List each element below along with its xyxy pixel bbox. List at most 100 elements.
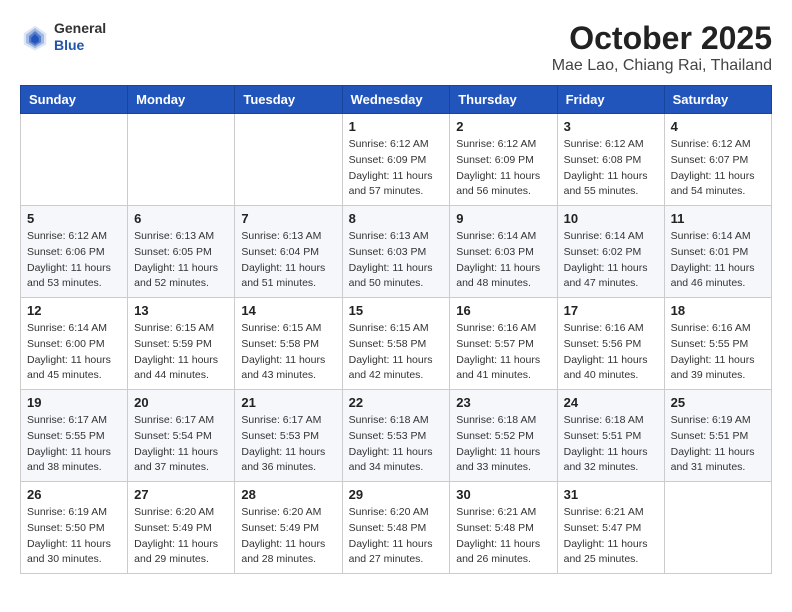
day-number: 25 <box>671 395 765 410</box>
day-info: Sunrise: 6:14 AM Sunset: 6:01 PM Dayligh… <box>671 229 765 292</box>
logo: General Blue <box>20 20 106 54</box>
page-header: General Blue October 2025 Mae Lao, Chian… <box>20 20 772 75</box>
column-header-wednesday: Wednesday <box>342 86 450 114</box>
day-cell <box>21 114 128 206</box>
day-info: Sunrise: 6:18 AM Sunset: 5:52 PM Dayligh… <box>456 413 550 476</box>
logo-general: General <box>54 20 106 37</box>
day-cell: 10Sunrise: 6:14 AM Sunset: 6:02 PM Dayli… <box>557 206 664 298</box>
calendar-table: SundayMondayTuesdayWednesdayThursdayFrid… <box>20 85 772 574</box>
day-number: 16 <box>456 303 550 318</box>
logo-icon <box>20 22 50 52</box>
day-number: 24 <box>564 395 658 410</box>
week-row-3: 12Sunrise: 6:14 AM Sunset: 6:00 PM Dayli… <box>21 298 772 390</box>
day-number: 9 <box>456 211 550 226</box>
day-number: 31 <box>564 487 658 502</box>
day-cell: 9 Sunrise: 6:14 AM Sunset: 6:03 PM Daylig… <box>450 206 557 298</box>
day-number: 4 <box>671 119 765 134</box>
day-cell: 3 Sunrise: 6:12 AM Sunset: 6:08 PM Daylig… <box>557 114 664 206</box>
day-info: Sunrise: 6:12 AM Sunset: 6:09 PM Dayligh… <box>456 137 550 200</box>
day-cell: 22 Sunrise: 6:18 AM Sunset: 5:53 PM Dayli… <box>342 390 450 482</box>
day-cell: 12Sunrise: 6:14 AM Sunset: 6:00 PM Dayli… <box>21 298 128 390</box>
day-cell: 19 Sunrise: 6:17 AM Sunset: 5:55 PM Dayli… <box>21 390 128 482</box>
day-info: Sunrise: 6:15 AM Sunset: 5:58 PM Dayligh… <box>349 321 444 384</box>
day-info: Sunrise: 6:20 AM Sunset: 5:49 PM Dayligh… <box>134 505 228 568</box>
day-info: Sunrise: 6:12 AM Sunset: 6:06 PM Dayligh… <box>27 229 121 292</box>
day-cell: 1 Sunrise: 6:12 AM Sunset: 6:09 PM Daylig… <box>342 114 450 206</box>
day-cell: 5 Sunrise: 6:12 AM Sunset: 6:06 PM Daylig… <box>21 206 128 298</box>
day-number: 21 <box>241 395 335 410</box>
day-number: 6 <box>134 211 228 226</box>
day-number: 26 <box>27 487 121 502</box>
day-number: 23 <box>456 395 550 410</box>
day-info: Sunrise: 6:16 AM Sunset: 5:55 PM Dayligh… <box>671 321 765 384</box>
day-number: 30 <box>456 487 550 502</box>
day-info: Sunrise: 6:16 AM Sunset: 5:57 PM Dayligh… <box>456 321 550 384</box>
calendar-header-row: SundayMondayTuesdayWednesdayThursdayFrid… <box>21 86 772 114</box>
day-cell: 13Sunrise: 6:15 AM Sunset: 5:59 PM Dayli… <box>128 298 235 390</box>
day-number: 11 <box>671 211 765 226</box>
day-info: Sunrise: 6:17 AM Sunset: 5:55 PM Dayligh… <box>27 413 121 476</box>
day-number: 18 <box>671 303 765 318</box>
day-cell: 31Sunrise: 6:21 AM Sunset: 5:47 PM Dayli… <box>557 482 664 574</box>
day-cell: 16 Sunrise: 6:16 AM Sunset: 5:57 PM Dayli… <box>450 298 557 390</box>
day-cell: 7Sunrise: 6:13 AM Sunset: 6:04 PM Daylig… <box>235 206 342 298</box>
day-info: Sunrise: 6:18 AM Sunset: 5:51 PM Dayligh… <box>564 413 658 476</box>
day-number: 14 <box>241 303 335 318</box>
day-number: 12 <box>27 303 121 318</box>
column-header-sunday: Sunday <box>21 86 128 114</box>
day-number: 7 <box>241 211 335 226</box>
day-number: 3 <box>564 119 658 134</box>
day-number: 20 <box>134 395 228 410</box>
day-cell: 15 Sunrise: 6:15 AM Sunset: 5:58 PM Dayli… <box>342 298 450 390</box>
day-cell: 11 Sunrise: 6:14 AM Sunset: 6:01 PM Dayli… <box>664 206 771 298</box>
day-cell: 17 Sunrise: 6:16 AM Sunset: 5:56 PM Dayli… <box>557 298 664 390</box>
day-info: Sunrise: 6:12 AM Sunset: 6:09 PM Dayligh… <box>349 137 444 200</box>
day-cell: 21Sunrise: 6:17 AM Sunset: 5:53 PM Dayli… <box>235 390 342 482</box>
day-number: 22 <box>349 395 444 410</box>
day-info: Sunrise: 6:18 AM Sunset: 5:53 PM Dayligh… <box>349 413 444 476</box>
day-number: 5 <box>27 211 121 226</box>
day-number: 1 <box>349 119 444 134</box>
column-header-saturday: Saturday <box>664 86 771 114</box>
day-cell: 4 Sunrise: 6:12 AM Sunset: 6:07 PM Daylig… <box>664 114 771 206</box>
day-cell <box>235 114 342 206</box>
day-info: Sunrise: 6:14 AM Sunset: 6:03 PM Dayligh… <box>456 229 550 292</box>
day-number: 19 <box>27 395 121 410</box>
day-info: Sunrise: 6:20 AM Sunset: 5:49 PM Dayligh… <box>241 505 335 568</box>
day-number: 27 <box>134 487 228 502</box>
day-cell: 14 Sunrise: 6:15 AM Sunset: 5:58 PM Dayli… <box>235 298 342 390</box>
day-cell: 26 Sunrise: 6:19 AM Sunset: 5:50 PM Dayli… <box>21 482 128 574</box>
day-number: 2 <box>456 119 550 134</box>
column-header-thursday: Thursday <box>450 86 557 114</box>
week-row-4: 19 Sunrise: 6:17 AM Sunset: 5:55 PM Dayli… <box>21 390 772 482</box>
title-section: October 2025 Mae Lao, Chiang Rai, Thaila… <box>552 20 772 75</box>
week-row-2: 5 Sunrise: 6:12 AM Sunset: 6:06 PM Daylig… <box>21 206 772 298</box>
day-info: Sunrise: 6:14 AM Sunset: 6:02 PM Dayligh… <box>564 229 658 292</box>
logo-text: General Blue <box>54 20 106 54</box>
day-info: Sunrise: 6:12 AM Sunset: 6:08 PM Dayligh… <box>564 137 658 200</box>
day-number: 17 <box>564 303 658 318</box>
day-info: Sunrise: 6:20 AM Sunset: 5:48 PM Dayligh… <box>349 505 444 568</box>
day-info: Sunrise: 6:19 AM Sunset: 5:51 PM Dayligh… <box>671 413 765 476</box>
day-info: Sunrise: 6:13 AM Sunset: 6:05 PM Dayligh… <box>134 229 228 292</box>
day-cell: 28 Sunrise: 6:20 AM Sunset: 5:49 PM Dayli… <box>235 482 342 574</box>
day-info: Sunrise: 6:19 AM Sunset: 5:50 PM Dayligh… <box>27 505 121 568</box>
logo-blue: Blue <box>54 37 106 54</box>
day-info: Sunrise: 6:13 AM Sunset: 6:03 PM Dayligh… <box>349 229 444 292</box>
day-cell: 23 Sunrise: 6:18 AM Sunset: 5:52 PM Dayli… <box>450 390 557 482</box>
day-number: 15 <box>349 303 444 318</box>
day-cell: 25 Sunrise: 6:19 AM Sunset: 5:51 PM Dayli… <box>664 390 771 482</box>
day-info: Sunrise: 6:15 AM Sunset: 5:58 PM Dayligh… <box>241 321 335 384</box>
day-info: Sunrise: 6:16 AM Sunset: 5:56 PM Dayligh… <box>564 321 658 384</box>
day-cell: 2 Sunrise: 6:12 AM Sunset: 6:09 PM Daylig… <box>450 114 557 206</box>
day-cell <box>128 114 235 206</box>
day-cell: 24 Sunrise: 6:18 AM Sunset: 5:51 PM Dayli… <box>557 390 664 482</box>
day-number: 29 <box>349 487 444 502</box>
day-cell <box>664 482 771 574</box>
week-row-1: 1 Sunrise: 6:12 AM Sunset: 6:09 PM Daylig… <box>21 114 772 206</box>
day-info: Sunrise: 6:21 AM Sunset: 5:48 PM Dayligh… <box>456 505 550 568</box>
week-row-5: 26 Sunrise: 6:19 AM Sunset: 5:50 PM Dayli… <box>21 482 772 574</box>
column-header-tuesday: Tuesday <box>235 86 342 114</box>
day-info: Sunrise: 6:12 AM Sunset: 6:07 PM Dayligh… <box>671 137 765 200</box>
day-number: 28 <box>241 487 335 502</box>
